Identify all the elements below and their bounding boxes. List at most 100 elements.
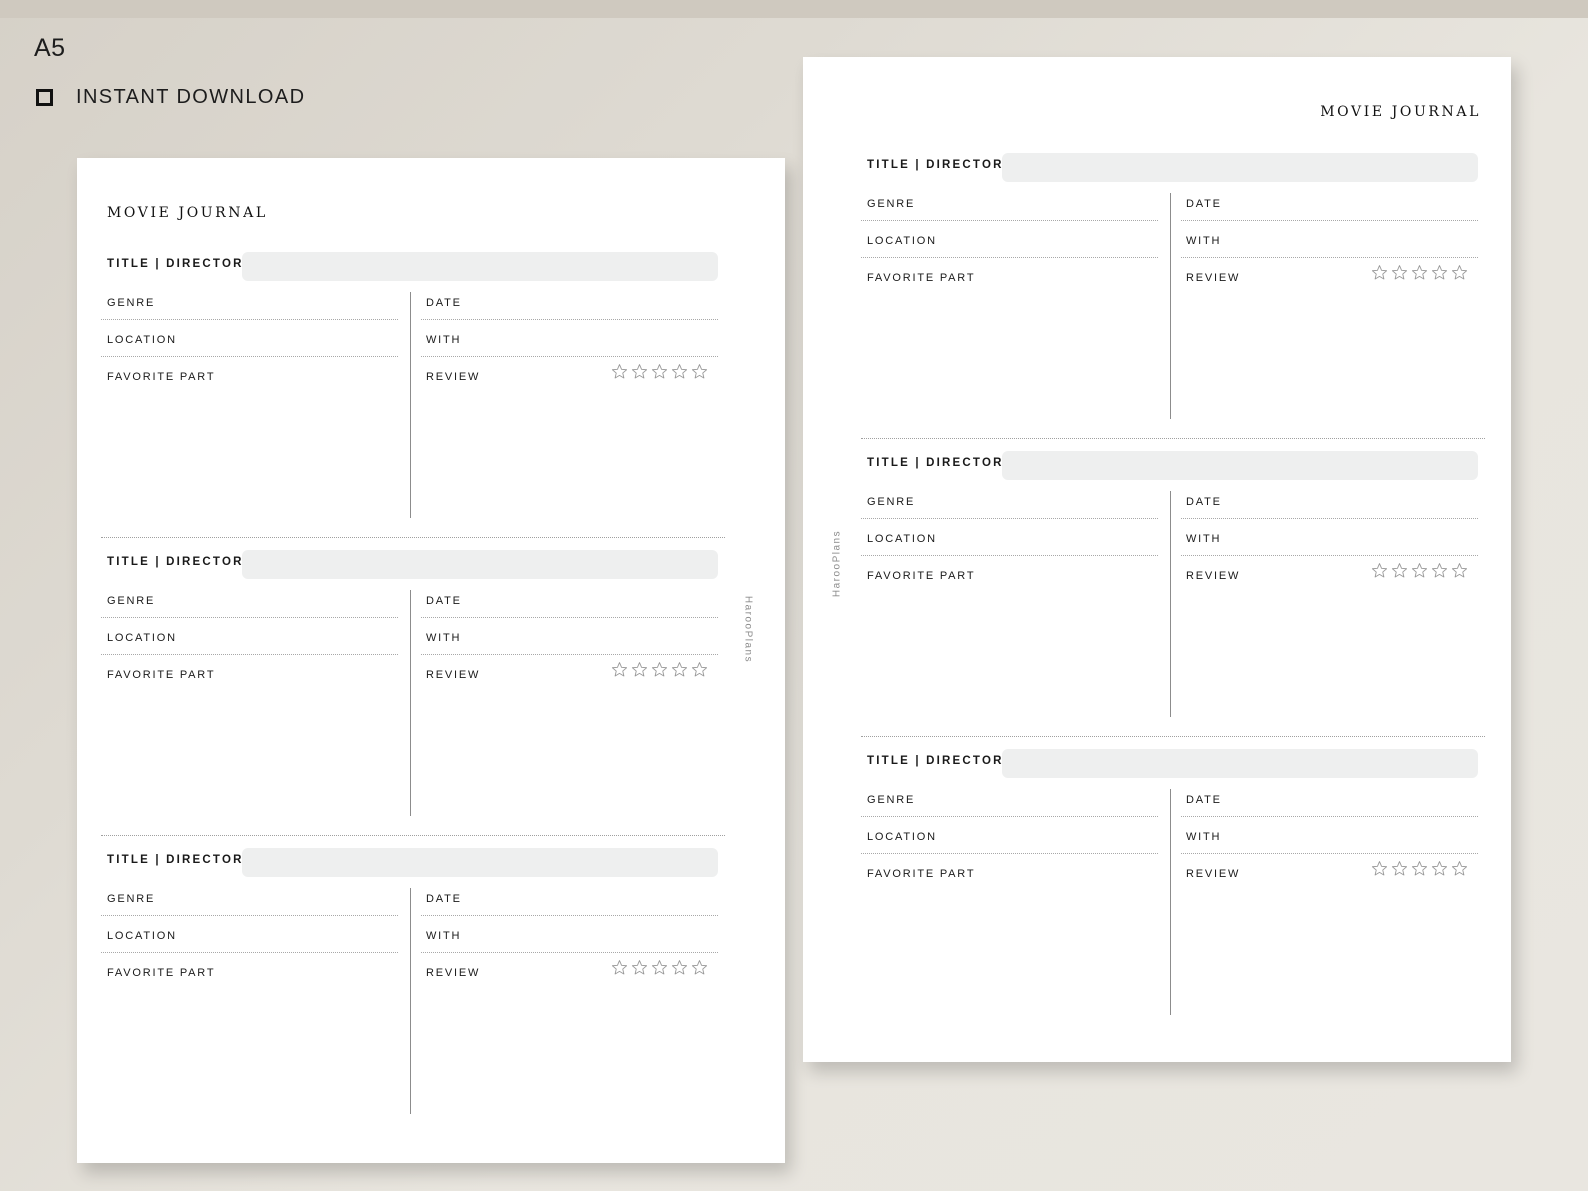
location-label: LOCATION bbox=[107, 930, 177, 942]
title-director-label: TITLE | DIRECTOR bbox=[107, 258, 244, 270]
date-rule bbox=[1181, 518, 1478, 519]
location-rule bbox=[861, 257, 1158, 258]
star-outline-icon[interactable] bbox=[1371, 264, 1388, 281]
movie-entry: TITLE | DIRECTOR GENRE LOCATION FAVORITE… bbox=[101, 835, 725, 1148]
genre-rule bbox=[101, 617, 398, 618]
brand-watermark: HarooPlans bbox=[831, 529, 843, 598]
star-rating[interactable] bbox=[611, 661, 711, 678]
star-outline-icon[interactable] bbox=[1391, 264, 1408, 281]
location-label: LOCATION bbox=[867, 235, 937, 247]
star-outline-icon[interactable] bbox=[1411, 860, 1428, 877]
title-director-field[interactable] bbox=[1002, 153, 1478, 182]
title-director-field[interactable] bbox=[1002, 749, 1478, 778]
star-outline-icon[interactable] bbox=[631, 363, 648, 380]
with-label: WITH bbox=[1186, 235, 1222, 247]
star-rating[interactable] bbox=[1371, 562, 1471, 579]
instant-download-row: INSTANT DOWNLOAD bbox=[36, 86, 305, 109]
date-label: DATE bbox=[1186, 794, 1222, 806]
star-rating[interactable] bbox=[1371, 264, 1471, 281]
genre-rule bbox=[101, 319, 398, 320]
with-label: WITH bbox=[1186, 533, 1222, 545]
star-outline-icon[interactable] bbox=[651, 959, 668, 976]
star-outline-icon[interactable] bbox=[611, 661, 628, 678]
with-rule bbox=[421, 952, 718, 953]
star-outline-icon[interactable] bbox=[631, 959, 648, 976]
title-director-field[interactable] bbox=[1002, 451, 1478, 480]
favorite-part-label: FAVORITE PART bbox=[867, 570, 976, 582]
star-outline-icon[interactable] bbox=[691, 959, 708, 976]
genre-rule bbox=[861, 518, 1158, 519]
star-rating[interactable] bbox=[611, 959, 711, 976]
star-outline-icon[interactable] bbox=[1371, 860, 1388, 877]
star-outline-icon[interactable] bbox=[1411, 562, 1428, 579]
star-outline-icon[interactable] bbox=[1411, 264, 1428, 281]
genre-label: GENRE bbox=[107, 893, 156, 905]
column-divider bbox=[1170, 193, 1171, 419]
location-label: LOCATION bbox=[867, 533, 937, 545]
entry-separator bbox=[101, 835, 725, 836]
star-rating[interactable] bbox=[1371, 860, 1471, 877]
title-director-field[interactable] bbox=[242, 252, 718, 281]
page-title: MOVIE JOURNAL bbox=[1320, 104, 1481, 120]
entry-separator bbox=[861, 438, 1485, 439]
genre-label: GENRE bbox=[867, 198, 916, 210]
with-rule bbox=[1181, 257, 1478, 258]
date-rule bbox=[1181, 220, 1478, 221]
title-director-field[interactable] bbox=[242, 550, 718, 579]
genre-label: GENRE bbox=[107, 595, 156, 607]
date-label: DATE bbox=[426, 893, 462, 905]
location-rule bbox=[101, 654, 398, 655]
location-label: LOCATION bbox=[867, 831, 937, 843]
star-outline-icon[interactable] bbox=[691, 363, 708, 380]
star-rating[interactable] bbox=[611, 363, 711, 380]
star-outline-icon[interactable] bbox=[1451, 562, 1468, 579]
review-label: REVIEW bbox=[1186, 868, 1241, 880]
location-rule bbox=[861, 853, 1158, 854]
title-director-label: TITLE | DIRECTOR bbox=[867, 755, 1004, 767]
location-rule bbox=[101, 952, 398, 953]
star-outline-icon[interactable] bbox=[1431, 562, 1448, 579]
star-outline-icon[interactable] bbox=[611, 363, 628, 380]
date-label: DATE bbox=[1186, 496, 1222, 508]
column-divider bbox=[1170, 491, 1171, 717]
title-director-label: TITLE | DIRECTOR bbox=[107, 854, 244, 866]
star-outline-icon[interactable] bbox=[1431, 264, 1448, 281]
date-label: DATE bbox=[426, 297, 462, 309]
star-outline-icon[interactable] bbox=[671, 661, 688, 678]
star-outline-icon[interactable] bbox=[1391, 562, 1408, 579]
top-band bbox=[0, 0, 1588, 18]
title-director-label: TITLE | DIRECTOR bbox=[107, 556, 244, 568]
star-outline-icon[interactable] bbox=[1371, 562, 1388, 579]
with-rule bbox=[421, 654, 718, 655]
favorite-part-label: FAVORITE PART bbox=[107, 371, 216, 383]
title-director-field[interactable] bbox=[242, 848, 718, 877]
star-outline-icon[interactable] bbox=[671, 363, 688, 380]
star-outline-icon[interactable] bbox=[611, 959, 628, 976]
star-outline-icon[interactable] bbox=[651, 661, 668, 678]
favorite-part-label: FAVORITE PART bbox=[107, 967, 216, 979]
star-outline-icon[interactable] bbox=[631, 661, 648, 678]
title-director-label: TITLE | DIRECTOR bbox=[867, 457, 1004, 469]
location-rule bbox=[101, 356, 398, 357]
date-label: DATE bbox=[1186, 198, 1222, 210]
star-outline-icon[interactable] bbox=[1431, 860, 1448, 877]
genre-rule bbox=[101, 915, 398, 916]
star-outline-icon[interactable] bbox=[1451, 860, 1468, 877]
title-director-label: TITLE | DIRECTOR bbox=[867, 159, 1004, 171]
review-label: REVIEW bbox=[426, 669, 481, 681]
column-divider bbox=[1170, 789, 1171, 1015]
star-outline-icon[interactable] bbox=[651, 363, 668, 380]
star-outline-icon[interactable] bbox=[1451, 264, 1468, 281]
movie-entry: TITLE | DIRECTOR GENRE LOCATION FAVORITE… bbox=[861, 736, 1485, 1049]
date-rule bbox=[1181, 816, 1478, 817]
star-outline-icon[interactable] bbox=[691, 661, 708, 678]
star-outline-icon[interactable] bbox=[1391, 860, 1408, 877]
movie-entry: TITLE | DIRECTOR GENRE LOCATION FAVORITE… bbox=[101, 537, 725, 850]
genre-label: GENRE bbox=[867, 496, 916, 508]
star-outline-icon[interactable] bbox=[671, 959, 688, 976]
genre-rule bbox=[861, 816, 1158, 817]
genre-rule bbox=[861, 220, 1158, 221]
favorite-part-label: FAVORITE PART bbox=[867, 272, 976, 284]
review-label: REVIEW bbox=[1186, 272, 1241, 284]
column-divider bbox=[410, 888, 411, 1114]
